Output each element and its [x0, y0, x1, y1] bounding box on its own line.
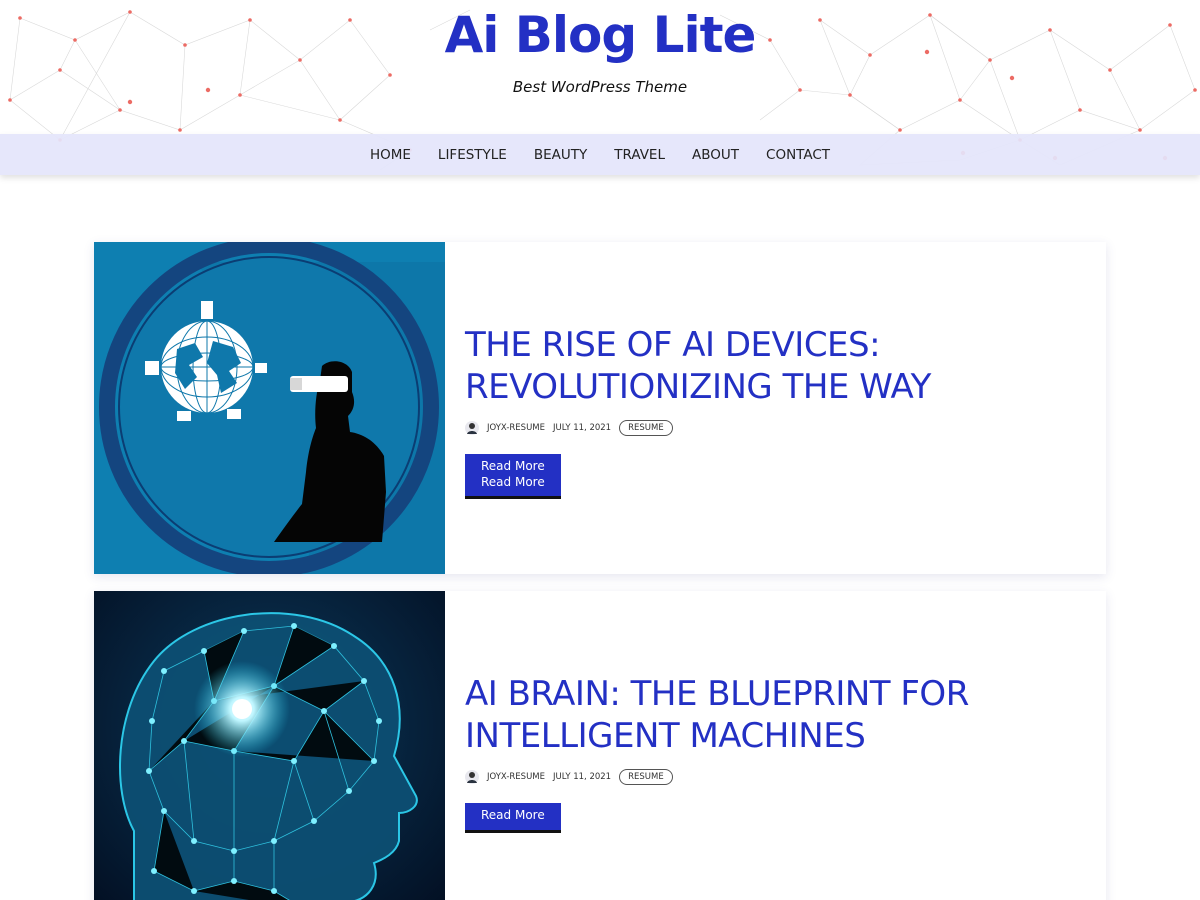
- post-card: AI BRAIN: THE BLUEPRINT FOR INTELLIGENT …: [94, 591, 1106, 900]
- nav-item-lifestyle[interactable]: LIFESTYLE: [424, 147, 520, 163]
- post-title[interactable]: AI BRAIN: THE BLUEPRINT FOR INTELLIGENT …: [465, 673, 1086, 757]
- read-more-label-repeat: Read More: [481, 474, 545, 489]
- post-title[interactable]: THE RISE OF AI DEVICES: REVOLUTIONIZING …: [465, 324, 1086, 408]
- post-author[interactable]: JOYX-RESUME: [487, 772, 545, 782]
- post-meta: JOYX-RESUME JULY 11, 2021 RESUME: [465, 769, 1086, 785]
- post-body: THE RISE OF AI DEVICES: REVOLUTIONIZING …: [465, 324, 1086, 499]
- author-avatar-icon: [465, 421, 479, 435]
- post-tag[interactable]: RESUME: [619, 420, 673, 436]
- post-date[interactable]: JULY 11, 2021: [553, 423, 611, 433]
- read-more-label: Read More: [481, 808, 545, 822]
- post-date[interactable]: JULY 11, 2021: [553, 772, 611, 782]
- post-body: AI BRAIN: THE BLUEPRINT FOR INTELLIGENT …: [465, 673, 1086, 833]
- main-navigation: HOME LIFESTYLE BEAUTY TRAVEL ABOUT CONTA…: [0, 134, 1200, 175]
- post-thumbnail-ai-brain[interactable]: [94, 591, 445, 900]
- post-tag[interactable]: RESUME: [619, 769, 673, 785]
- read-more-label: Read More: [481, 459, 545, 473]
- nav-item-beauty[interactable]: BEAUTY: [520, 147, 600, 163]
- post-card: THE RISE OF AI DEVICES: REVOLUTIONIZING …: [94, 242, 1106, 574]
- post-author[interactable]: JOYX-RESUME: [487, 423, 545, 433]
- read-more-button[interactable]: Read More Read More: [465, 454, 561, 499]
- site-tagline: Best WordPress Theme: [512, 78, 688, 96]
- author-avatar-icon: [465, 770, 479, 784]
- nav-item-contact[interactable]: CONTACT: [753, 147, 844, 163]
- read-more-button[interactable]: Read More: [465, 803, 561, 833]
- site-title[interactable]: Ai Blog Lite: [0, 6, 1200, 64]
- post-meta: JOYX-RESUME JULY 11, 2021 RESUME: [465, 420, 1086, 436]
- nav-item-travel[interactable]: TRAVEL: [601, 147, 679, 163]
- nav-item-about[interactable]: ABOUT: [679, 147, 753, 163]
- post-thumbnail-vr-headset[interactable]: [94, 242, 445, 574]
- nav-item-home[interactable]: HOME: [356, 147, 424, 163]
